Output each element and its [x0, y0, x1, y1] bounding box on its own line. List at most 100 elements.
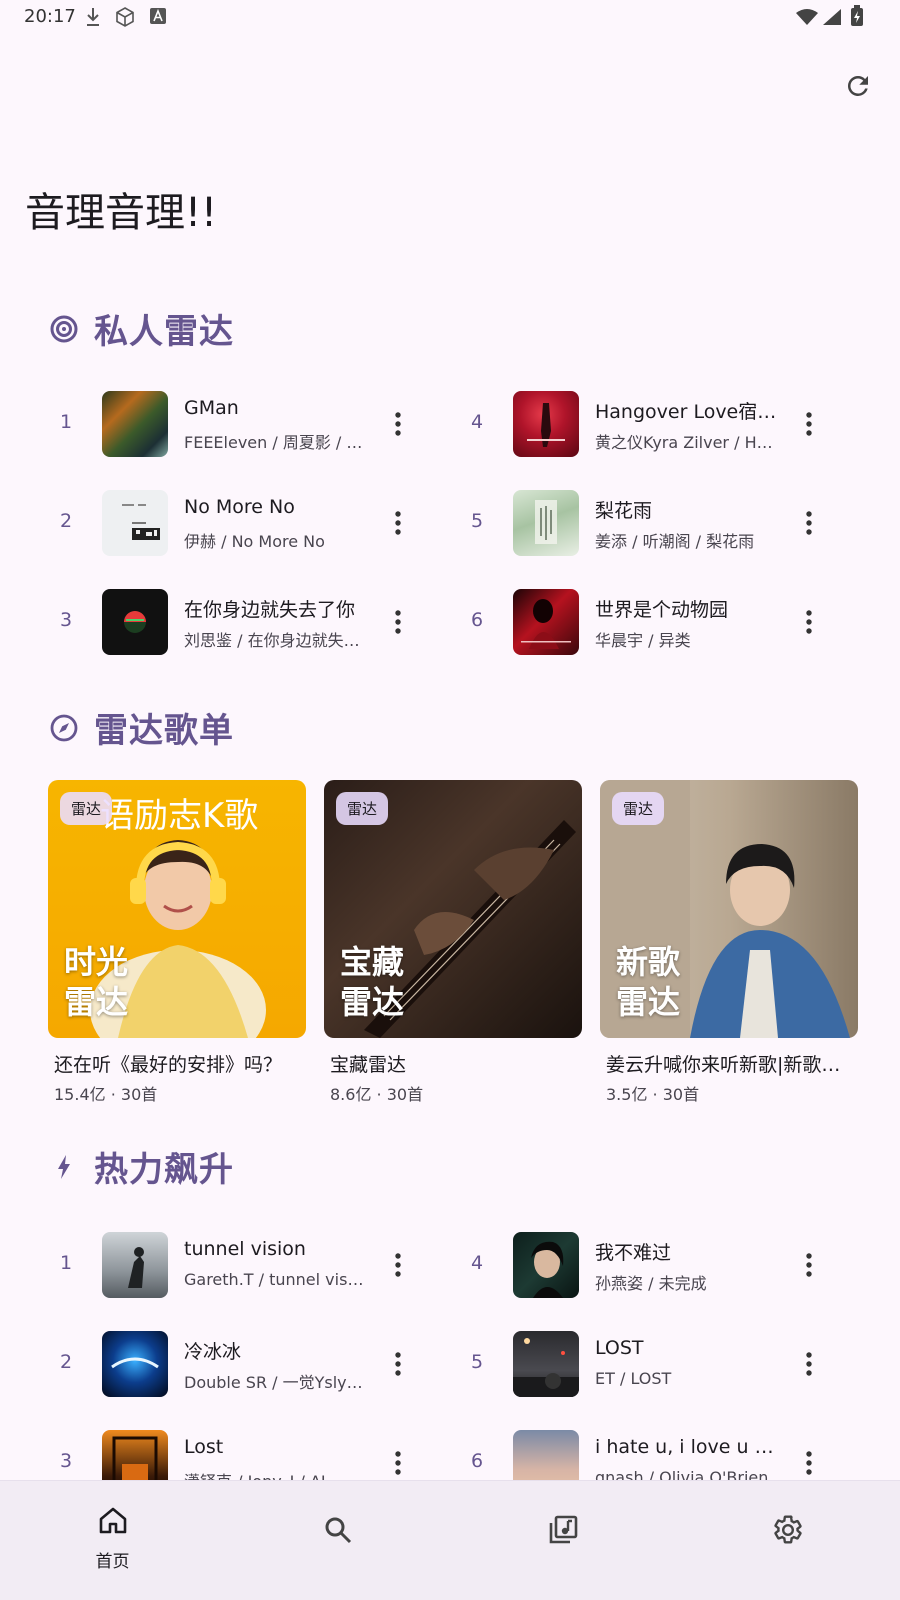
song-title: 我不难过 — [595, 1242, 672, 1264]
refresh-button[interactable] — [838, 66, 878, 106]
wifi-icon — [796, 9, 818, 25]
more-options-button[interactable] — [378, 602, 418, 642]
song-row[interactable]: 5 梨花雨 姜添 / 听潮阁 / 梨花雨 — [465, 490, 877, 556]
playlist-card[interactable]: 语励志K歌 雷达 时光 雷达 还在听《最好的安排》吗？ 15.4亿 · 30首 — [48, 780, 306, 1105]
album-cover — [102, 391, 168, 457]
song-row[interactable]: 5 LOST ET / LOST — [465, 1331, 877, 1397]
more-options-button[interactable] — [378, 404, 418, 444]
more-options-button[interactable] — [378, 1443, 418, 1483]
song-row[interactable]: 4 我不难过 孙燕姿 / 未完成 — [465, 1232, 877, 1298]
song-rank: 2 — [59, 510, 73, 532]
album-cover — [102, 490, 168, 556]
status-time: 20:17 — [24, 6, 76, 27]
song-title: 梨花雨 — [595, 500, 653, 522]
playlist-cover: 雷达 宝藏 雷达 — [324, 780, 582, 1038]
radar-icon — [48, 313, 80, 345]
cover-text-line2: 雷达 — [64, 983, 129, 1021]
playlist-card[interactable]: 雷达 新歌 雷达 姜云升喊你来听新歌|新歌雷达 3.5亿 · 30首 — [600, 780, 858, 1105]
library-music-icon — [531, 1513, 595, 1547]
bottom-navigation: 首页 — [0, 1480, 900, 1600]
song-rank: 6 — [470, 609, 484, 631]
song-subtitle: Gareth.T / tunnel vision — [184, 1270, 366, 1289]
more-options-button[interactable] — [378, 1344, 418, 1384]
song-row[interactable]: 3 在你身边就失去了你 刘思鉴 / 在你身边就失去了你 — [54, 589, 466, 655]
more-options-button[interactable] — [378, 1245, 418, 1285]
album-cover — [102, 589, 168, 655]
song-rank: 3 — [59, 1450, 73, 1472]
song-rank: 1 — [59, 411, 73, 433]
song-row[interactable]: 4 Hangover Love宿醉之恋 黄之仪Kyra Zilver / Han… — [465, 391, 877, 457]
nav-settings[interactable] — [675, 1481, 900, 1600]
more-vert-icon — [395, 610, 401, 634]
more-vert-icon — [806, 1352, 812, 1376]
cover-text-line1: 时光 — [64, 943, 129, 981]
playlist-cover-text: 新歌 雷达 — [616, 942, 680, 1022]
download-icon — [87, 8, 99, 26]
song-subtitle: 黄之仪Kyra Zilver / Hangover Love — [595, 433, 777, 452]
settings-icon — [756, 1513, 820, 1547]
bolt-icon — [48, 1151, 80, 1183]
refresh-icon — [847, 76, 868, 96]
signal-icon — [823, 9, 841, 25]
song-title: 在你身边就失去了你 — [184, 599, 356, 621]
section-playlists-header: 雷达歌单 — [48, 703, 234, 752]
album-cover — [513, 1331, 579, 1397]
more-options-button[interactable] — [789, 1245, 829, 1285]
playlist-cover-text: 时光 雷达 — [64, 942, 128, 1022]
song-subtitle: 华晨宇 / 异类 — [595, 631, 691, 650]
playlist-meta: 3.5亿 · 30首 — [606, 1085, 700, 1104]
cover-text-line1: 新歌 — [616, 943, 681, 981]
radar-badge: 雷达 — [60, 792, 113, 825]
search-icon — [306, 1513, 370, 1547]
playlist-cover-toptext: 语励志K歌 — [100, 796, 259, 836]
album-cover — [102, 1232, 168, 1298]
song-subtitle: 伊赫 / No More No — [184, 532, 325, 551]
more-options-button[interactable] — [789, 1344, 829, 1384]
playlist-cover: 语励志K歌 雷达 时光 雷达 — [48, 780, 306, 1038]
playlist-card[interactable]: 雷达 宝藏 雷达 宝藏雷达 8.6亿 · 30首 — [324, 780, 582, 1105]
song-row[interactable]: 2 No More No 伊赫 / No More No — [54, 490, 466, 556]
playlist-meta: 15.4亿 · 30首 — [54, 1085, 158, 1104]
page-title: 音理音理!! — [25, 190, 218, 236]
song-row[interactable]: 1 tunnel vision Gareth.T / tunnel vision — [54, 1232, 466, 1298]
song-title: Hangover Love宿醉之恋 — [595, 401, 777, 423]
more-vert-icon — [395, 1253, 401, 1277]
song-title: 冷冰冰 — [184, 1341, 242, 1363]
song-subtitle: Double SR / 一觉Yslyd / 冷冰冰 — [184, 1373, 366, 1392]
battery-icon — [851, 5, 863, 26]
song-rank: 2 — [59, 1351, 73, 1373]
nav-home-label: 首页 — [95, 1552, 130, 1572]
song-title: No More No — [184, 496, 295, 518]
more-vert-icon — [395, 511, 401, 535]
song-subtitle: FEEEleven / 周夏影 / GMan — [184, 433, 366, 452]
playlist-name: 宝藏雷达 — [330, 1054, 407, 1076]
more-options-button[interactable] — [789, 1443, 829, 1483]
section-trending-header: 热力飙升 — [48, 1142, 234, 1191]
song-title: tunnel vision — [184, 1238, 306, 1260]
more-options-button[interactable] — [789, 404, 829, 444]
more-options-button[interactable] — [789, 503, 829, 543]
more-options-button[interactable] — [789, 602, 829, 642]
song-title: 世界是个动物园 — [595, 599, 729, 621]
playlist-name: 还在听《最好的安排》吗？ — [54, 1054, 283, 1076]
song-rank: 1 — [59, 1252, 73, 1274]
more-vert-icon — [395, 412, 401, 436]
nav-home[interactable]: 首页 — [0, 1481, 225, 1600]
album-cover — [513, 1232, 579, 1298]
song-row[interactable]: 2 冷冰冰 Double SR / 一觉Yslyd / 冷冰冰 — [54, 1331, 466, 1397]
cover-text-line2: 雷达 — [616, 983, 681, 1021]
song-title: i hate u, i love u (feat. olivia o'brien… — [595, 1436, 777, 1458]
nav-search[interactable] — [225, 1481, 450, 1600]
song-title: Lost — [184, 1436, 224, 1458]
song-row[interactable]: 6 世界是个动物园 华晨宇 / 异类 — [465, 589, 877, 655]
more-vert-icon — [395, 1352, 401, 1376]
song-title: GMan — [184, 397, 239, 419]
radar-badge: 雷达 — [336, 792, 389, 825]
radar-badge: 雷达 — [612, 792, 665, 825]
home-icon — [81, 1503, 145, 1537]
nav-library[interactable] — [450, 1481, 675, 1600]
song-row[interactable]: 1 GMan FEEEleven / 周夏影 / GMan — [54, 391, 466, 457]
more-vert-icon — [806, 511, 812, 535]
more-options-button[interactable] — [378, 503, 418, 543]
song-title: LOST — [595, 1337, 644, 1359]
